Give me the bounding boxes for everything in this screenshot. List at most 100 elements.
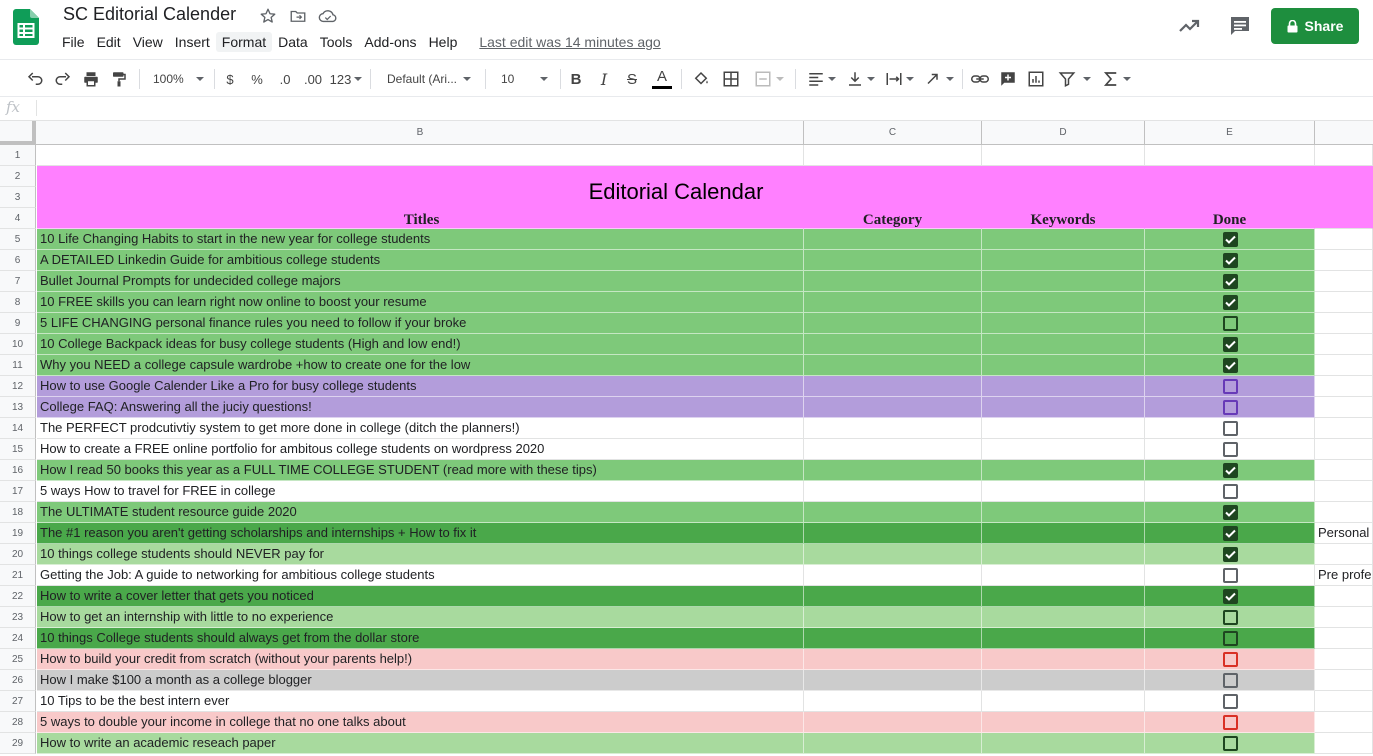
- cell-d[interactable]: [982, 397, 1145, 418]
- menu-format[interactable]: Format: [215, 32, 273, 52]
- cell-c[interactable]: [804, 607, 982, 628]
- done-cell[interactable]: [1145, 313, 1315, 334]
- title-cell[interactable]: Bullet Journal Prompts for undecided col…: [37, 271, 804, 292]
- menu-data[interactable]: Data: [272, 32, 314, 52]
- cell-d[interactable]: [982, 313, 1145, 334]
- cell-d[interactable]: [982, 145, 1145, 166]
- cell-d[interactable]: [982, 586, 1145, 607]
- done-cell[interactable]: [1145, 376, 1315, 397]
- cloud-saved-icon[interactable]: [318, 7, 337, 25]
- row-header[interactable]: 27: [0, 691, 36, 712]
- cell-c[interactable]: [804, 334, 982, 355]
- header-c[interactable]: Category: [804, 208, 982, 229]
- cell-d[interactable]: [982, 292, 1145, 313]
- cell-d[interactable]: [982, 523, 1145, 544]
- menu-help[interactable]: Help: [423, 32, 464, 52]
- title-cell[interactable]: 5 LIFE CHANGING personal finance rules y…: [37, 313, 804, 334]
- cell-f[interactable]: [1315, 208, 1373, 229]
- unchecked-checkbox-icon[interactable]: [1223, 610, 1238, 625]
- menu-insert[interactable]: Insert: [169, 32, 216, 52]
- cell-d[interactable]: [982, 229, 1145, 250]
- cell-f[interactable]: [1315, 355, 1373, 376]
- column-header-f[interactable]: [1315, 121, 1373, 145]
- zoom-select[interactable]: 100%: [148, 68, 206, 90]
- cell-c[interactable]: [804, 712, 982, 733]
- print-icon[interactable]: [80, 68, 102, 90]
- row-header[interactable]: 21: [0, 565, 36, 586]
- cell-c[interactable]: [804, 292, 982, 313]
- row-header[interactable]: 6: [0, 250, 36, 271]
- row-header[interactable]: 7: [0, 271, 36, 292]
- unchecked-checkbox-icon[interactable]: [1223, 631, 1238, 646]
- title-cell[interactable]: How to build your credit from scratch (w…: [37, 649, 804, 670]
- checked-checkbox-icon[interactable]: [1223, 463, 1238, 478]
- title-cell[interactable]: Why you NEED a college capsule wardrobe …: [37, 355, 804, 376]
- title-cell[interactable]: 10 College Backpack ideas for busy colle…: [37, 334, 804, 355]
- checked-checkbox-icon[interactable]: [1223, 337, 1238, 352]
- done-cell[interactable]: [1145, 397, 1315, 418]
- comments-icon[interactable]: [1228, 14, 1252, 38]
- cell-c[interactable]: [804, 565, 982, 586]
- sheet-title-cell[interactable]: Editorial Calendar: [37, 166, 1315, 208]
- menu-tools[interactable]: Tools: [314, 32, 359, 52]
- activity-trend-icon[interactable]: [1177, 14, 1201, 38]
- done-cell[interactable]: [1145, 628, 1315, 649]
- cell-d[interactable]: [982, 460, 1145, 481]
- title-cell[interactable]: 10 Tips to be the best intern ever: [37, 691, 804, 712]
- last-edit-link[interactable]: Last edit was 14 minutes ago: [473, 32, 666, 52]
- undo-icon[interactable]: [24, 68, 46, 90]
- cell-d[interactable]: [982, 691, 1145, 712]
- row-header[interactable]: 10: [0, 334, 36, 355]
- cell-f[interactable]: [1315, 502, 1373, 523]
- done-cell[interactable]: [1145, 418, 1315, 439]
- redo-icon[interactable]: [52, 68, 74, 90]
- title-cell[interactable]: How I make $100 a month as a college blo…: [37, 670, 804, 691]
- cell-d[interactable]: [982, 355, 1145, 376]
- checked-checkbox-icon[interactable]: [1223, 526, 1238, 541]
- formula-input[interactable]: [44, 99, 1364, 119]
- cell-d[interactable]: [982, 733, 1145, 754]
- increase-decimal-button[interactable]: .00: [301, 68, 325, 90]
- title-cell[interactable]: 10 FREE skills you can learn right now o…: [37, 292, 804, 313]
- cell-d[interactable]: [982, 565, 1145, 586]
- cell-f[interactable]: [1315, 670, 1373, 691]
- font-size-select[interactable]: 10: [495, 68, 553, 90]
- header-d[interactable]: Keywords: [982, 208, 1145, 229]
- cell-c[interactable]: [804, 460, 982, 481]
- title-cell[interactable]: Getting the Job: A guide to networking f…: [37, 565, 804, 586]
- cell-c[interactable]: [804, 649, 982, 670]
- unchecked-checkbox-icon[interactable]: [1223, 715, 1238, 730]
- row-header[interactable]: 25: [0, 649, 36, 670]
- title-cell[interactable]: 10 Life Changing Habits to start in the …: [37, 229, 804, 250]
- cell-f[interactable]: [1315, 313, 1373, 334]
- checked-checkbox-icon[interactable]: [1223, 505, 1238, 520]
- functions-icon[interactable]: [1100, 68, 1134, 90]
- done-cell[interactable]: [1145, 460, 1315, 481]
- move-to-folder-icon[interactable]: [289, 7, 307, 25]
- paint-format-icon[interactable]: [108, 68, 130, 90]
- menu-file[interactable]: File: [56, 32, 91, 52]
- cell-c[interactable]: [804, 271, 982, 292]
- checked-checkbox-icon[interactable]: [1223, 358, 1238, 373]
- cell-d[interactable]: [982, 502, 1145, 523]
- column-header-b[interactable]: B: [37, 121, 804, 145]
- unchecked-checkbox-icon[interactable]: [1223, 400, 1238, 415]
- row-header[interactable]: 19: [0, 523, 36, 544]
- unchecked-checkbox-icon[interactable]: [1223, 421, 1238, 436]
- row-header[interactable]: 16: [0, 460, 36, 481]
- italic-button[interactable]: I: [596, 68, 612, 90]
- done-cell[interactable]: [1145, 271, 1315, 292]
- cell-d[interactable]: [982, 607, 1145, 628]
- share-button[interactable]: Share: [1271, 8, 1359, 44]
- done-cell[interactable]: [1145, 586, 1315, 607]
- row-header[interactable]: 17: [0, 481, 36, 502]
- unchecked-checkbox-icon[interactable]: [1223, 736, 1238, 751]
- done-cell[interactable]: [1145, 355, 1315, 376]
- title-cell[interactable]: How to use Google Calender Like a Pro fo…: [37, 376, 804, 397]
- cell-f[interactable]: [1315, 187, 1373, 208]
- cell-c[interactable]: [804, 691, 982, 712]
- menu-addons[interactable]: Add-ons: [358, 32, 422, 52]
- column-header-e[interactable]: E: [1145, 121, 1315, 145]
- horizontal-align-icon[interactable]: [804, 68, 838, 90]
- cell-f[interactable]: [1315, 586, 1373, 607]
